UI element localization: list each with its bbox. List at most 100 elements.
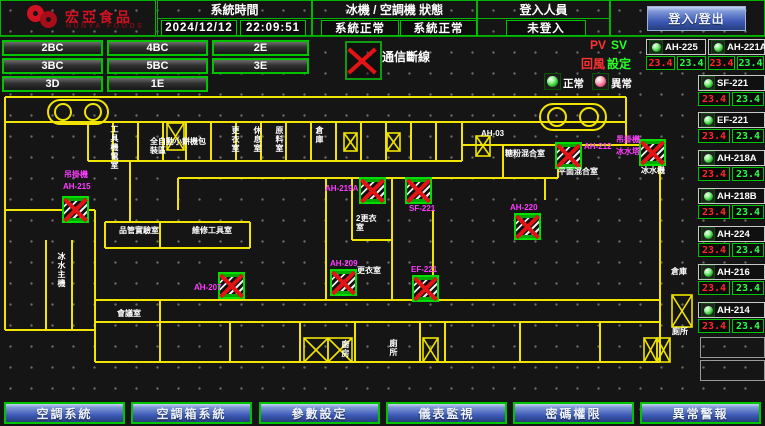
sv-value: 23.4 (732, 243, 764, 257)
sv-label: SV (611, 38, 627, 52)
system-clock-value: 22:09:51 (240, 20, 306, 36)
unit-AH-218B[interactable]: AH-218B (698, 188, 765, 204)
pv-value: 23.4 (698, 281, 730, 295)
equipment-label: 冰水塔 (616, 147, 640, 156)
equipment-label: 吊掛機 (64, 170, 88, 179)
pv-name-label: 回風 (581, 55, 605, 72)
room-label: 2更衣室 (356, 214, 384, 232)
alarm-marker-AH-207[interactable] (218, 272, 245, 299)
footer-button-1[interactable]: 空調系統 (4, 402, 125, 424)
room-label: 全自動小餅機包裝區 (150, 137, 206, 155)
equipment-label: SF-221 (409, 204, 435, 213)
room-label: 廁所 (672, 327, 688, 336)
brand-name-en: HUNYA FOODS (66, 23, 144, 30)
unit-name: AH-224 (717, 229, 750, 240)
unit-values-AH-218A: 23.423.4 (698, 167, 765, 181)
floor-button-3BC[interactable]: 3BC (2, 58, 103, 74)
machine-status-label: 冰機 / 空調機 狀態 (313, 1, 476, 19)
unit-led-icon (701, 189, 715, 203)
room-label: 原料室 (275, 126, 284, 153)
sv-value: 23.4 (732, 92, 764, 106)
floor-button-3E[interactable]: 3E (212, 58, 309, 74)
unit-AH-224[interactable]: AH-224 (698, 226, 765, 242)
header-divider (0, 36, 765, 37)
pv-value: 23.4 (698, 205, 730, 219)
legend-abnormal-label: 異常 (611, 76, 632, 91)
room-label: 休息室 (253, 126, 262, 153)
sv-name-label: 設定 (607, 55, 631, 72)
footer-button-6[interactable]: 異常警報 (640, 402, 761, 424)
unit-values-AH-225: 23.423.4 (646, 56, 706, 70)
hunya-logo-icon (27, 5, 61, 34)
alarm-marker-AH-209[interactable] (330, 269, 357, 296)
alarm-marker-SF-221[interactable] (405, 177, 432, 204)
hmi-screen: 宏亞食品 HUNYA FOODS 系統時間 2024/12/12 22:09:5… (0, 0, 765, 426)
pv-label: PV (590, 38, 606, 52)
sv-value: 23.4 (732, 281, 764, 295)
unit-name: AH-221A (727, 42, 765, 53)
comm-offline-label: 通信斷線 (382, 48, 430, 65)
alarm-marker-AH-212[interactable] (555, 142, 582, 169)
pv-value: 23.4 (698, 243, 730, 257)
alarm-marker-冰水塔[interactable] (639, 139, 666, 166)
room-label: 冰水機 (641, 166, 665, 175)
unit-values-AH-214: 23.423.4 (698, 319, 765, 333)
room-label: 倉庫 (315, 126, 324, 144)
footer-button-2[interactable]: 空調箱系統 (131, 402, 252, 424)
floor-button-2BC[interactable]: 2BC (2, 40, 103, 56)
unit-AH-221A[interactable]: AH-221A (708, 39, 765, 55)
room-label: AH-03 (481, 129, 504, 138)
unit-AH-214[interactable]: AH-214 (698, 302, 765, 318)
floor-button-4BC[interactable]: 4BC (107, 40, 208, 56)
room-label: 平面混合室 (558, 167, 598, 176)
footer-button-5[interactable]: 密碼權限 (513, 402, 634, 424)
login-section: 登入人員 未登入 (477, 0, 610, 36)
room-label: 冰水主機 (57, 252, 66, 288)
empty-slot-1 (700, 337, 765, 358)
unit-values-SF-221: 23.423.4 (698, 92, 765, 106)
ac-status-value: 系統正常 (400, 20, 477, 36)
equipment-label: EF-221 (411, 265, 437, 274)
unit-name: EF-221 (717, 115, 748, 126)
logo-section: 宏亞食品 HUNYA FOODS (0, 0, 156, 36)
unit-led-icon (701, 76, 715, 90)
room-label: 更衣室 (231, 126, 240, 153)
equipment-label: AH-215 (63, 182, 91, 191)
unit-name: AH-218A (717, 153, 757, 164)
footer-button-4[interactable]: 儀表監視 (386, 402, 507, 424)
room-label: 倉庫 (671, 267, 687, 276)
unit-led-icon (701, 265, 715, 279)
equipment-label: AH-220 (510, 203, 538, 212)
unit-values-AH-224: 23.423.4 (698, 243, 765, 257)
unit-EF-221[interactable]: EF-221 (698, 112, 765, 128)
normal-led-icon (544, 73, 561, 90)
room-label: 廚房 (341, 340, 350, 358)
pv-value: 23.4 (698, 319, 730, 333)
unit-SF-221[interactable]: SF-221 (698, 75, 765, 91)
unit-led-icon (711, 40, 725, 54)
alarm-marker-AH-215[interactable] (62, 196, 89, 223)
unit-values-AH-221A: 23.423.4 (708, 56, 765, 70)
room-label: 品管實驗室 (119, 226, 159, 235)
unit-AH-218A[interactable]: AH-218A (698, 150, 765, 166)
floor-button-5BC[interactable]: 5BC (107, 58, 208, 74)
pv-value: 23.4 (646, 56, 675, 70)
room-label: 會議室 (117, 309, 141, 318)
login-button-section: 登入/登出 (610, 0, 765, 36)
alarm-marker-AH-219A[interactable] (359, 177, 386, 204)
unit-led-icon (649, 40, 663, 54)
pv-value: 23.4 (698, 92, 730, 106)
alarm-marker-EF-221[interactable] (412, 275, 439, 302)
floor-button-2E[interactable]: 2E (212, 40, 309, 56)
equipment-label: 吊掛機 (616, 135, 640, 144)
unit-AH-216[interactable]: AH-216 (698, 264, 765, 280)
unit-name: SF-221 (717, 78, 748, 89)
footer-button-3[interactable]: 參數設定 (259, 402, 380, 424)
alarm-marker-AH-220[interactable] (514, 213, 541, 240)
room-label: 維修工具室 (192, 226, 232, 235)
unit-AH-225[interactable]: AH-225 (646, 39, 706, 55)
abnormal-led-icon (592, 73, 609, 90)
unit-led-icon (701, 303, 715, 317)
login-logout-button[interactable]: 登入/登出 (647, 6, 746, 31)
system-time-label: 系統時間 (158, 1, 311, 19)
